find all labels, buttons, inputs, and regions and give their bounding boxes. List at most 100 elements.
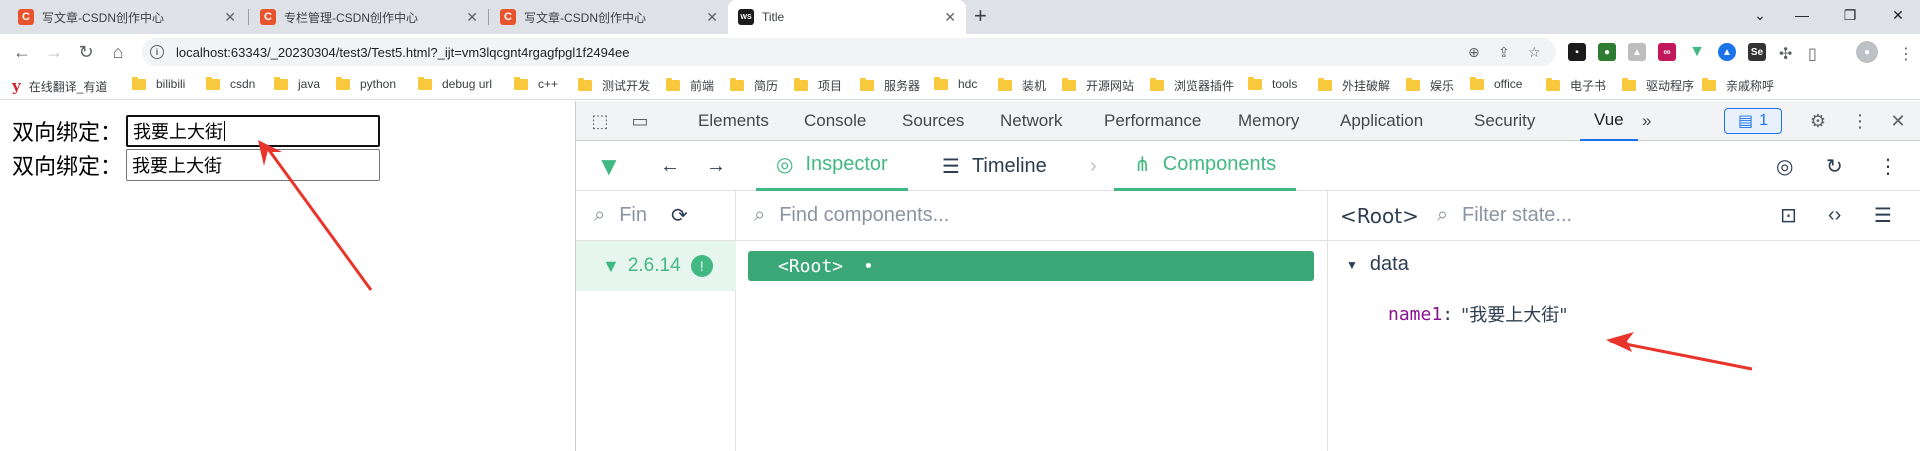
back-arrow-icon[interactable]: ← xyxy=(660,141,680,191)
close-icon[interactable]: ✕ xyxy=(466,9,478,26)
extension-icon[interactable]: ● xyxy=(1598,43,1616,61)
tab-console[interactable]: Console xyxy=(804,101,866,141)
extension-icon[interactable]: ∞ xyxy=(1658,43,1676,61)
extension-icon[interactable]: ▲ xyxy=(1628,43,1646,61)
state-property[interactable]: name1 : "我要上大街" xyxy=(1388,301,1568,327)
tab-timeline[interactable]: ☰ Timeline xyxy=(942,141,1047,191)
tab-security[interactable]: Security xyxy=(1474,101,1535,141)
folder-icon xyxy=(336,76,350,90)
alert-badge-icon: ! xyxy=(690,255,713,277)
bookmark-folder[interactable]: 简历 xyxy=(730,77,778,94)
menu-kebab-icon[interactable]: ⋮ xyxy=(1898,44,1914,64)
select-component-target-icon[interactable]: ◎ xyxy=(1776,141,1793,191)
zoom-icon[interactable]: ⊕ xyxy=(1468,44,1480,61)
bookmark-folder[interactable]: 开源网站 xyxy=(1062,77,1134,94)
tab-network[interactable]: Network xyxy=(1000,101,1062,141)
window-close-button[interactable]: ✕ xyxy=(1878,0,1918,30)
reload-icon[interactable]: ↻ xyxy=(72,38,100,66)
app-search[interactable]: ⌕ Fin ⟳ xyxy=(576,191,735,241)
bookmark-folder[interactable]: java xyxy=(274,76,320,91)
refresh-icon[interactable]: ↻ xyxy=(1826,141,1843,191)
find-components-input[interactable]: ⌕ Find components... xyxy=(736,191,1327,241)
app-selector[interactable]: ▼ 2.6.14 ! xyxy=(576,241,736,291)
bookmark-folder[interactable]: 测试开发 xyxy=(578,77,650,94)
device-toolbar-icon[interactable]: ▭ xyxy=(628,109,652,133)
tab-application[interactable]: Application xyxy=(1340,101,1423,141)
tab-performance[interactable]: Performance xyxy=(1104,101,1201,141)
tab-memory[interactable]: Memory xyxy=(1238,101,1299,141)
apps-column: ⌕ Fin ⟳ ▼ 2.6.14 ! xyxy=(576,191,736,451)
close-icon[interactable]: ✕ xyxy=(224,9,236,26)
home-icon[interactable]: ⌂ xyxy=(104,38,132,66)
bookmark-folder[interactable]: 装机 xyxy=(998,77,1046,94)
tab-inspector[interactable]: ◎ Inspector xyxy=(756,141,908,191)
bookmark-folder[interactable]: 驱动程序 xyxy=(1622,77,1694,94)
devtools-menu-icon[interactable]: ⋮ xyxy=(1848,109,1872,133)
bookmark-folder[interactable]: 外挂破解 xyxy=(1318,77,1390,94)
bookmark-folder[interactable]: 前端 xyxy=(666,77,714,94)
bookmark-folder[interactable]: tools xyxy=(1248,76,1297,91)
close-devtools-icon[interactable]: ✕ xyxy=(1886,109,1910,133)
bookmark-folder[interactable]: hdc xyxy=(934,76,977,91)
folder-icon xyxy=(1248,76,1262,90)
tab-sources[interactable]: Sources xyxy=(902,101,964,141)
folder-icon xyxy=(1622,78,1636,91)
open-in-browser-icon[interactable]: ⊡ xyxy=(1780,203,1797,228)
info-icon[interactable]: i xyxy=(150,45,164,59)
binding-input-2[interactable]: 我要上大街 xyxy=(126,149,381,181)
bookmark-folder[interactable]: 浏览器插件 xyxy=(1150,77,1234,94)
inspect-element-icon[interactable]: ⬚ xyxy=(588,109,612,133)
bookmark-folder[interactable]: csdn xyxy=(206,76,255,91)
extensions-puzzle-icon[interactable]: ✣ xyxy=(1779,44,1792,64)
tab-vue[interactable]: Vue xyxy=(1580,101,1638,141)
vue-menu-icon[interactable]: ⋮ xyxy=(1878,141,1898,191)
bookmark-folder[interactable]: 亲戚称呼 xyxy=(1702,77,1774,94)
bookmark-folder[interactable]: debug url xyxy=(418,76,492,91)
bookmark-folder[interactable]: 服务器 xyxy=(860,77,920,94)
component-root-node[interactable]: <Root> • xyxy=(748,251,1314,281)
collapse-list-icon[interactable]: ☰ xyxy=(1874,203,1892,228)
components-tree-icon: ⋔ xyxy=(1134,154,1151,176)
code-icon[interactable]: ‹› xyxy=(1828,204,1841,227)
bookmarks-bar: y 在线翻译_有道 bilibili csdn java python debug… xyxy=(0,70,1920,100)
bookmark-folder[interactable]: 电子书 xyxy=(1546,77,1606,94)
bookmark-item[interactable]: y 在线翻译_有道 xyxy=(12,77,107,95)
forward-arrow-icon[interactable]: → xyxy=(706,141,726,191)
tab-elements[interactable]: Elements xyxy=(698,101,769,141)
settings-gear-icon[interactable]: ⚙ xyxy=(1806,109,1830,133)
tab-4-active[interactable]: WS Title ✕ xyxy=(728,0,966,34)
binding-input-1[interactable]: 我要上大街 xyxy=(126,115,381,147)
bookmark-folder[interactable]: python xyxy=(336,76,396,91)
profile-avatar-icon[interactable]: ● xyxy=(1856,41,1878,63)
tab-1[interactable]: C 写文章-CSDN创作中心 ✕ xyxy=(8,0,246,34)
bookmark-folder[interactable]: 娱乐 xyxy=(1406,77,1454,94)
minimize-button[interactable]: — xyxy=(1782,0,1822,30)
close-icon[interactable]: ✕ xyxy=(944,9,956,26)
new-tab-button[interactable]: + xyxy=(974,3,987,29)
side-panel-icon[interactable]: ▯ xyxy=(1808,44,1817,64)
address-bar[interactable]: i localhost:63343/_20230304/test3/Test5.… xyxy=(142,38,1556,66)
tab-2[interactable]: C 专栏管理-CSDN创作中心 ✕ xyxy=(250,0,488,34)
vue-devtools-icon[interactable]: ▼ xyxy=(1688,43,1706,61)
close-icon[interactable]: ✕ xyxy=(706,9,718,26)
more-tabs-icon[interactable]: » xyxy=(1642,101,1651,141)
bookmark-folder[interactable]: 项目 xyxy=(794,77,842,94)
bookmark-folder[interactable]: office xyxy=(1470,76,1522,91)
issues-badge[interactable]: ▤ 1 xyxy=(1724,108,1782,134)
extension-icon[interactable]: ▲ xyxy=(1718,43,1736,61)
bookmark-folder[interactable]: c++ xyxy=(514,76,558,91)
back-arrow-icon[interactable]: ← xyxy=(8,38,36,66)
filter-state-input[interactable]: Filter state... xyxy=(1462,204,1572,227)
bookmark-star-icon[interactable]: ☆ xyxy=(1528,44,1541,61)
data-section-header[interactable]: ▼ data xyxy=(1346,253,1409,276)
restore-button[interactable]: ❐ xyxy=(1830,0,1870,30)
share-icon[interactable]: ⇪ xyxy=(1498,44,1510,61)
bookmark-folder[interactable]: bilibili xyxy=(132,76,185,91)
refresh-icon[interactable]: ⟳ xyxy=(671,203,688,228)
tab-components[interactable]: ⋔ Components xyxy=(1114,141,1297,191)
extension-icon[interactable]: ▪ xyxy=(1568,43,1586,61)
tab-search-icon[interactable]: ⌄ xyxy=(1740,0,1780,30)
tab-3[interactable]: C 写文章-CSDN创作中心 ✕ xyxy=(490,0,728,34)
forward-arrow-icon[interactable]: → xyxy=(40,38,68,66)
selenium-icon[interactable]: Se xyxy=(1748,43,1766,61)
